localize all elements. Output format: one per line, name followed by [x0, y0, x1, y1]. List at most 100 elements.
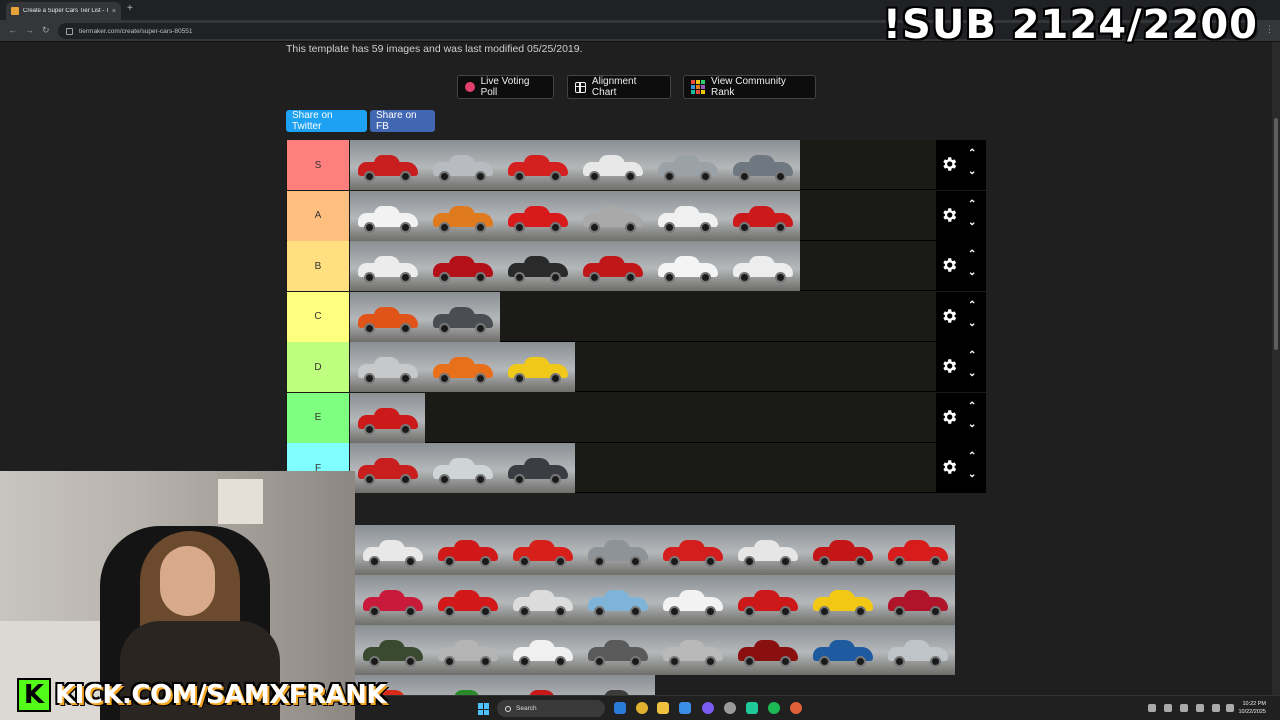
- chrome-icon[interactable]: [636, 702, 648, 714]
- settings-icon[interactable]: [724, 702, 736, 714]
- unranked-car-image[interactable]: [580, 625, 655, 675]
- car-image[interactable]: [350, 392, 425, 443]
- unranked-car-image[interactable]: [430, 625, 505, 675]
- car-image[interactable]: [500, 140, 575, 190]
- chrome-active-icon[interactable]: [790, 702, 802, 714]
- site-info-icon[interactable]: [66, 27, 73, 35]
- unranked-car-image[interactable]: [505, 575, 580, 625]
- car-image[interactable]: [350, 443, 425, 493]
- forward-icon[interactable]: →: [25, 25, 34, 35]
- unranked-car-image[interactable]: [805, 625, 880, 675]
- car-image[interactable]: [350, 342, 425, 392]
- tier-label-b[interactable]: B: [287, 241, 349, 291]
- microphone-icon[interactable]: [1196, 704, 1204, 712]
- move-down-icon[interactable]: ⌄: [968, 217, 976, 228]
- tray-chevron-icon[interactable]: [1148, 704, 1156, 712]
- car-image[interactable]: [425, 140, 500, 190]
- reload-icon[interactable]: ↻: [42, 25, 50, 36]
- gear-icon[interactable]: [940, 458, 958, 476]
- car-image[interactable]: [500, 241, 575, 291]
- browser-tab[interactable]: Create a Super Cars Tier List - T ×: [6, 2, 121, 20]
- move-down-icon[interactable]: ⌄: [968, 167, 976, 177]
- unranked-car-image[interactable]: [580, 575, 655, 625]
- move-up-icon[interactable]: ⌃: [968, 250, 976, 260]
- unranked-car-image[interactable]: [355, 625, 430, 675]
- back-icon[interactable]: ←: [8, 25, 17, 35]
- obs-icon[interactable]: [702, 702, 714, 714]
- unranked-car-image[interactable]: [505, 675, 580, 695]
- tier-label-c[interactable]: C: [287, 291, 349, 342]
- move-down-icon[interactable]: ⌄: [968, 369, 976, 379]
- taskbar-search[interactable]: Search: [497, 700, 605, 717]
- unranked-car-image[interactable]: [730, 625, 805, 675]
- unranked-car-image[interactable]: [430, 675, 505, 695]
- browser-menu-icon[interactable]: ⋮: [1265, 24, 1274, 35]
- tier-label-a[interactable]: A: [287, 190, 349, 241]
- unranked-car-image[interactable]: [580, 525, 655, 575]
- move-down-icon[interactable]: ⌄: [968, 318, 976, 329]
- gear-icon[interactable]: [940, 408, 958, 426]
- tier-label-e[interactable]: E: [287, 392, 349, 443]
- unranked-car-image[interactable]: [655, 625, 730, 675]
- move-up-icon[interactable]: ⌃: [968, 452, 976, 462]
- move-down-icon[interactable]: ⌄: [968, 268, 976, 278]
- unranked-car-image[interactable]: [805, 575, 880, 625]
- gear-icon[interactable]: [940, 155, 958, 173]
- unranked-car-image[interactable]: [355, 575, 430, 625]
- spotify-icon[interactable]: [768, 702, 780, 714]
- tab-close-icon[interactable]: ×: [112, 8, 116, 15]
- unranked-car-image[interactable]: [505, 625, 580, 675]
- volume-icon[interactable]: [1226, 704, 1234, 712]
- unranked-car-image[interactable]: [655, 525, 730, 575]
- move-up-icon[interactable]: ⌃: [968, 401, 976, 412]
- share-twitter-button[interactable]: Share on Twitter: [286, 110, 367, 132]
- car-image[interactable]: [650, 190, 725, 241]
- car-image[interactable]: [575, 140, 650, 190]
- move-down-icon[interactable]: ⌄: [968, 470, 976, 480]
- unranked-car-image[interactable]: [430, 525, 505, 575]
- car-image[interactable]: [725, 190, 800, 241]
- car-image[interactable]: [350, 140, 425, 190]
- car-image[interactable]: [350, 241, 425, 291]
- car-image[interactable]: [425, 342, 500, 392]
- unranked-car-image[interactable]: [430, 575, 505, 625]
- car-image[interactable]: [725, 140, 800, 190]
- unranked-car-image[interactable]: [730, 525, 805, 575]
- car-image[interactable]: [425, 443, 500, 493]
- unranked-car-image[interactable]: [355, 525, 430, 575]
- tray-app-icon-2[interactable]: [1180, 704, 1188, 712]
- page-scrollbar[interactable]: [1272, 42, 1280, 695]
- scrollbar-thumb[interactable]: [1274, 118, 1278, 350]
- unranked-car-image[interactable]: [505, 525, 580, 575]
- tier-label-s[interactable]: S: [287, 140, 349, 190]
- car-image[interactable]: [425, 241, 500, 291]
- gear-icon[interactable]: [940, 256, 958, 274]
- car-image[interactable]: [500, 190, 575, 241]
- store-icon[interactable]: [679, 702, 691, 714]
- move-up-icon[interactable]: ⌃: [968, 351, 976, 361]
- move-up-icon[interactable]: ⌃: [968, 199, 976, 210]
- gear-icon[interactable]: [940, 206, 958, 224]
- unranked-car-image[interactable]: [730, 575, 805, 625]
- share-facebook-button[interactable]: Share on FB: [370, 110, 435, 132]
- car-image[interactable]: [425, 291, 500, 342]
- unranked-car-image[interactable]: [880, 575, 955, 625]
- car-image[interactable]: [650, 241, 725, 291]
- new-tab-icon[interactable]: +: [127, 3, 133, 14]
- move-down-icon[interactable]: ⌄: [968, 419, 976, 430]
- view-community-rank-button[interactable]: View Community Rank: [683, 75, 816, 99]
- car-image[interactable]: [725, 241, 800, 291]
- car-image[interactable]: [425, 190, 500, 241]
- app-icon[interactable]: [746, 702, 758, 714]
- unranked-car-image[interactable]: [655, 575, 730, 625]
- move-up-icon[interactable]: ⌃: [968, 300, 976, 311]
- tier-label-d[interactable]: D: [287, 342, 349, 392]
- taskbar-clock[interactable]: 10:22 PM 10/22/2025: [1238, 700, 1266, 716]
- unranked-car-image[interactable]: [805, 525, 880, 575]
- tray-app-icon[interactable]: [1164, 704, 1172, 712]
- move-up-icon[interactable]: ⌃: [968, 149, 976, 159]
- car-image[interactable]: [350, 291, 425, 342]
- car-image[interactable]: [650, 140, 725, 190]
- wifi-icon[interactable]: [1212, 704, 1220, 712]
- unranked-car-image[interactable]: [880, 525, 955, 575]
